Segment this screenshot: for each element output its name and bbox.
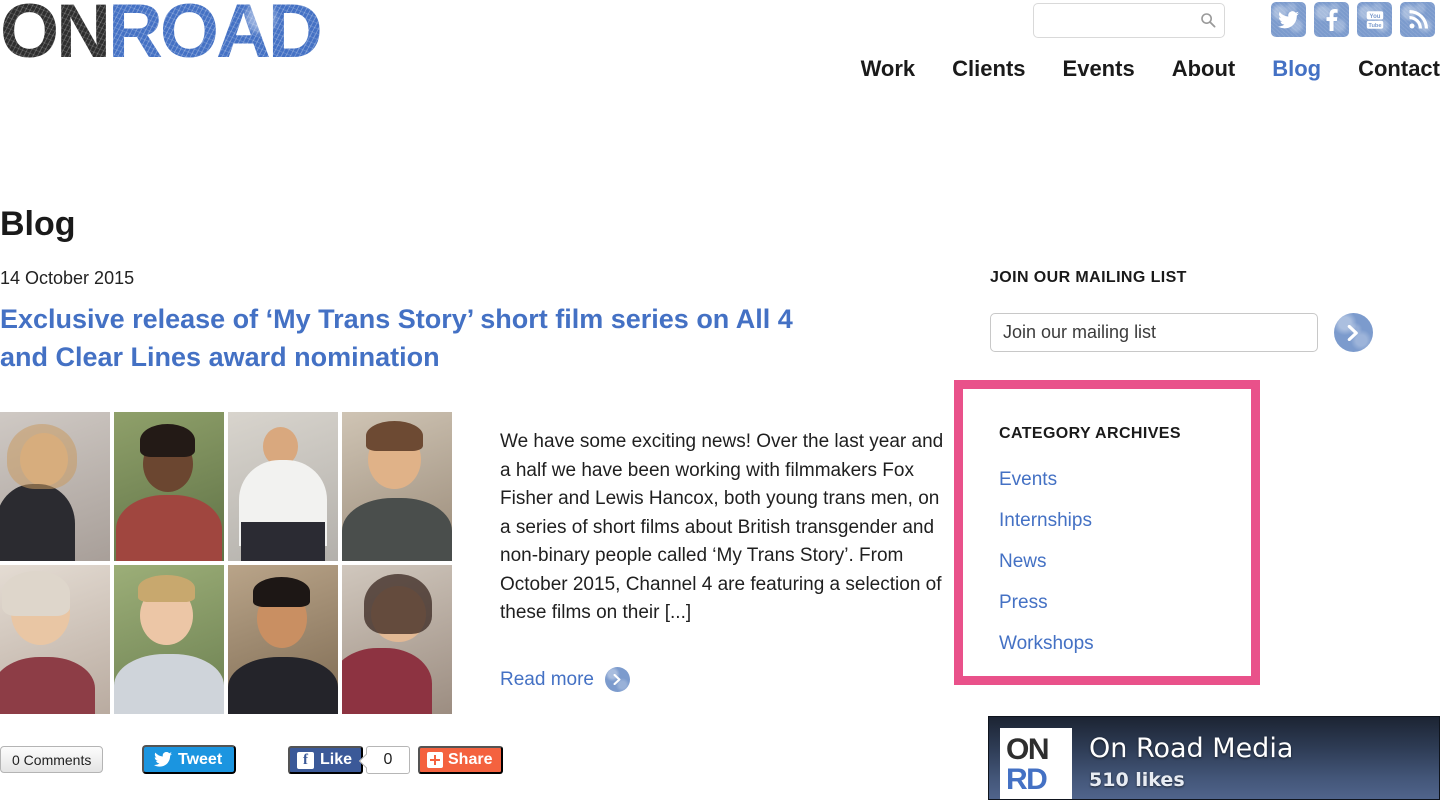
category-link-internships[interactable]: Internships (999, 510, 1094, 532)
main-nav: Work Clients Events About Blog Contact (800, 56, 1440, 82)
logo-text-road: ROAD (108, 0, 320, 74)
like-label: Like (320, 751, 353, 768)
photo-7 (228, 565, 338, 714)
plus-icon (427, 752, 443, 768)
search-box[interactable] (1033, 3, 1225, 38)
post-excerpt: We have some exciting news! Over the las… (500, 431, 944, 623)
facebook-widget-logo: ON RD (1000, 728, 1072, 799)
chevron-right-icon (605, 667, 630, 692)
photo-5 (0, 565, 110, 714)
page-title: Blog (0, 204, 76, 243)
post-title-link[interactable]: Exclusive release of ‘My Trans Story’ sh… (0, 300, 800, 377)
photo-4 (342, 412, 452, 561)
svg-text:You: You (1369, 13, 1380, 19)
post-date: 14 October 2015 (0, 268, 135, 288)
facebook-like-button[interactable]: f Like (288, 746, 364, 774)
site-logo[interactable]: ONROAD (0, 0, 320, 74)
facebook-page-name: On Road Media (1089, 733, 1294, 764)
post-thumbnail-grid[interactable] (0, 412, 452, 714)
category-archives-list: Events Internships News Press Workshops (999, 469, 1094, 655)
category-link-press[interactable]: Press (999, 592, 1094, 614)
nav-item-work[interactable]: Work (861, 56, 916, 82)
photo-2 (114, 412, 224, 561)
mailing-list-input[interactable] (990, 313, 1318, 352)
facebook-widget-logo-line1: ON (1006, 733, 1050, 766)
search-input[interactable] (1033, 3, 1225, 38)
mailing-list-submit-button[interactable] (1334, 313, 1373, 352)
share-label: Share (448, 751, 493, 768)
nav-item-about[interactable]: About (1172, 56, 1236, 82)
facebook-page-widget[interactable]: ON RD On Road Media 510 likes (988, 716, 1440, 800)
nav-item-clients[interactable]: Clients (952, 56, 1025, 82)
photo-6 (114, 565, 224, 714)
photo-8 (342, 565, 452, 714)
youtube-icon[interactable]: You Tube (1357, 2, 1392, 37)
facebook-share-button[interactable]: Share (418, 746, 504, 774)
nav-item-contact[interactable]: Contact (1358, 56, 1440, 82)
mailing-list-heading: JOIN OUR MAILING LIST (990, 269, 1187, 286)
facebook-icon[interactable] (1314, 2, 1349, 37)
nav-item-events[interactable]: Events (1063, 56, 1135, 82)
logo-text-on: ON (0, 0, 108, 74)
read-more-label: Read more (500, 668, 594, 690)
like-count-badge: 0 (366, 746, 410, 774)
facebook-f-icon: f (297, 751, 314, 769)
read-more-link[interactable]: Read more (500, 667, 630, 692)
svg-text:Tube: Tube (1368, 22, 1381, 28)
category-link-workshops[interactable]: Workshops (999, 633, 1094, 655)
tweet-button[interactable]: Tweet (142, 745, 237, 774)
facebook-page-likes: 510 likes (1089, 769, 1185, 791)
tweet-label: Tweet (178, 750, 223, 768)
rss-icon[interactable] (1400, 2, 1435, 37)
chevron-right-icon (1347, 324, 1358, 341)
photo-1 (0, 412, 110, 561)
category-archives-heading: CATEGORY ARCHIVES (999, 425, 1181, 442)
social-links: You Tube (1271, 2, 1435, 37)
share-bar: 0 Comments Tweet f Like 0 Share (0, 745, 504, 774)
comments-button[interactable]: 0 Comments (0, 746, 104, 773)
nav-item-blog[interactable]: Blog (1272, 56, 1321, 82)
category-archives-box: CATEGORY ARCHIVES Events Internships New… (954, 380, 1260, 685)
category-link-events[interactable]: Events (999, 469, 1094, 491)
photo-3 (228, 412, 338, 561)
facebook-widget-logo-line2: RD (1006, 763, 1048, 796)
twitter-bird-icon (154, 752, 172, 767)
twitter-icon[interactable] (1271, 2, 1306, 37)
page-root: ONROAD You Tube Work Clients Events Abou… (0, 0, 1440, 800)
category-link-news[interactable]: News (999, 551, 1094, 573)
